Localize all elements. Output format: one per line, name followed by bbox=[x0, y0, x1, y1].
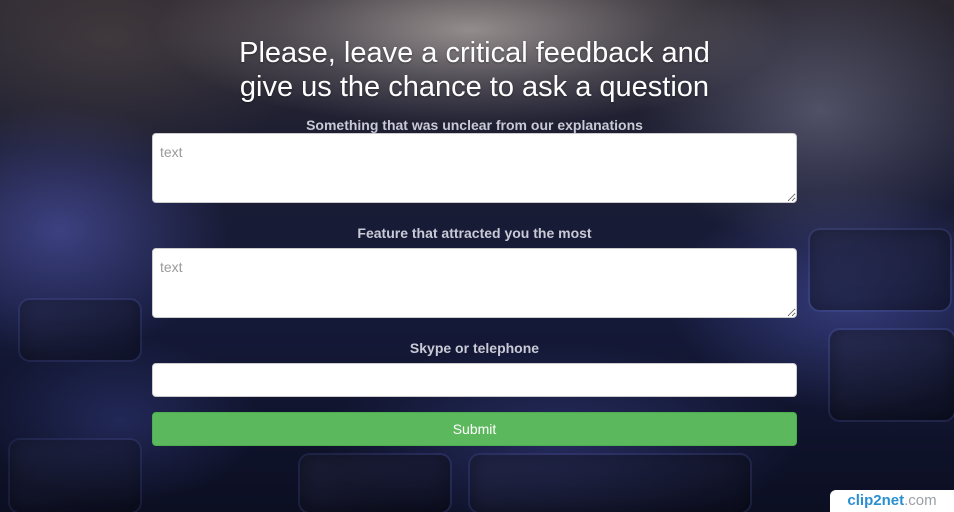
submit-button[interactable]: Submit bbox=[152, 412, 797, 446]
title-line-2: give us the chance to ask a question bbox=[239, 71, 710, 103]
page-title: Please, leave a critical feedback and gi… bbox=[152, 36, 797, 104]
unclear-explanations-label: Something that was unclear from our expl… bbox=[306, 117, 643, 133]
background-key bbox=[300, 455, 450, 512]
background-key bbox=[470, 455, 750, 512]
skype-telephone-label: Skype or telephone bbox=[409, 340, 540, 356]
unclear-explanations-textarea[interactable] bbox=[152, 133, 797, 203]
background-key bbox=[810, 230, 950, 310]
title-line-1: Please, leave a critical feedback and bbox=[239, 37, 710, 69]
clip2net-watermark-logo: clip2net.com bbox=[830, 490, 954, 512]
background-key bbox=[10, 440, 140, 512]
watermark-name: clip2net bbox=[847, 492, 905, 509]
background-key bbox=[830, 330, 954, 420]
skype-telephone-input[interactable] bbox=[152, 363, 797, 397]
background-key bbox=[20, 300, 140, 360]
attractive-feature-label: Feature that attracted you the most bbox=[357, 225, 592, 241]
watermark-tld: .com bbox=[904, 492, 937, 509]
attractive-feature-textarea[interactable] bbox=[152, 248, 797, 318]
feedback-form: Please, leave a critical feedback and gi… bbox=[152, 0, 797, 446]
